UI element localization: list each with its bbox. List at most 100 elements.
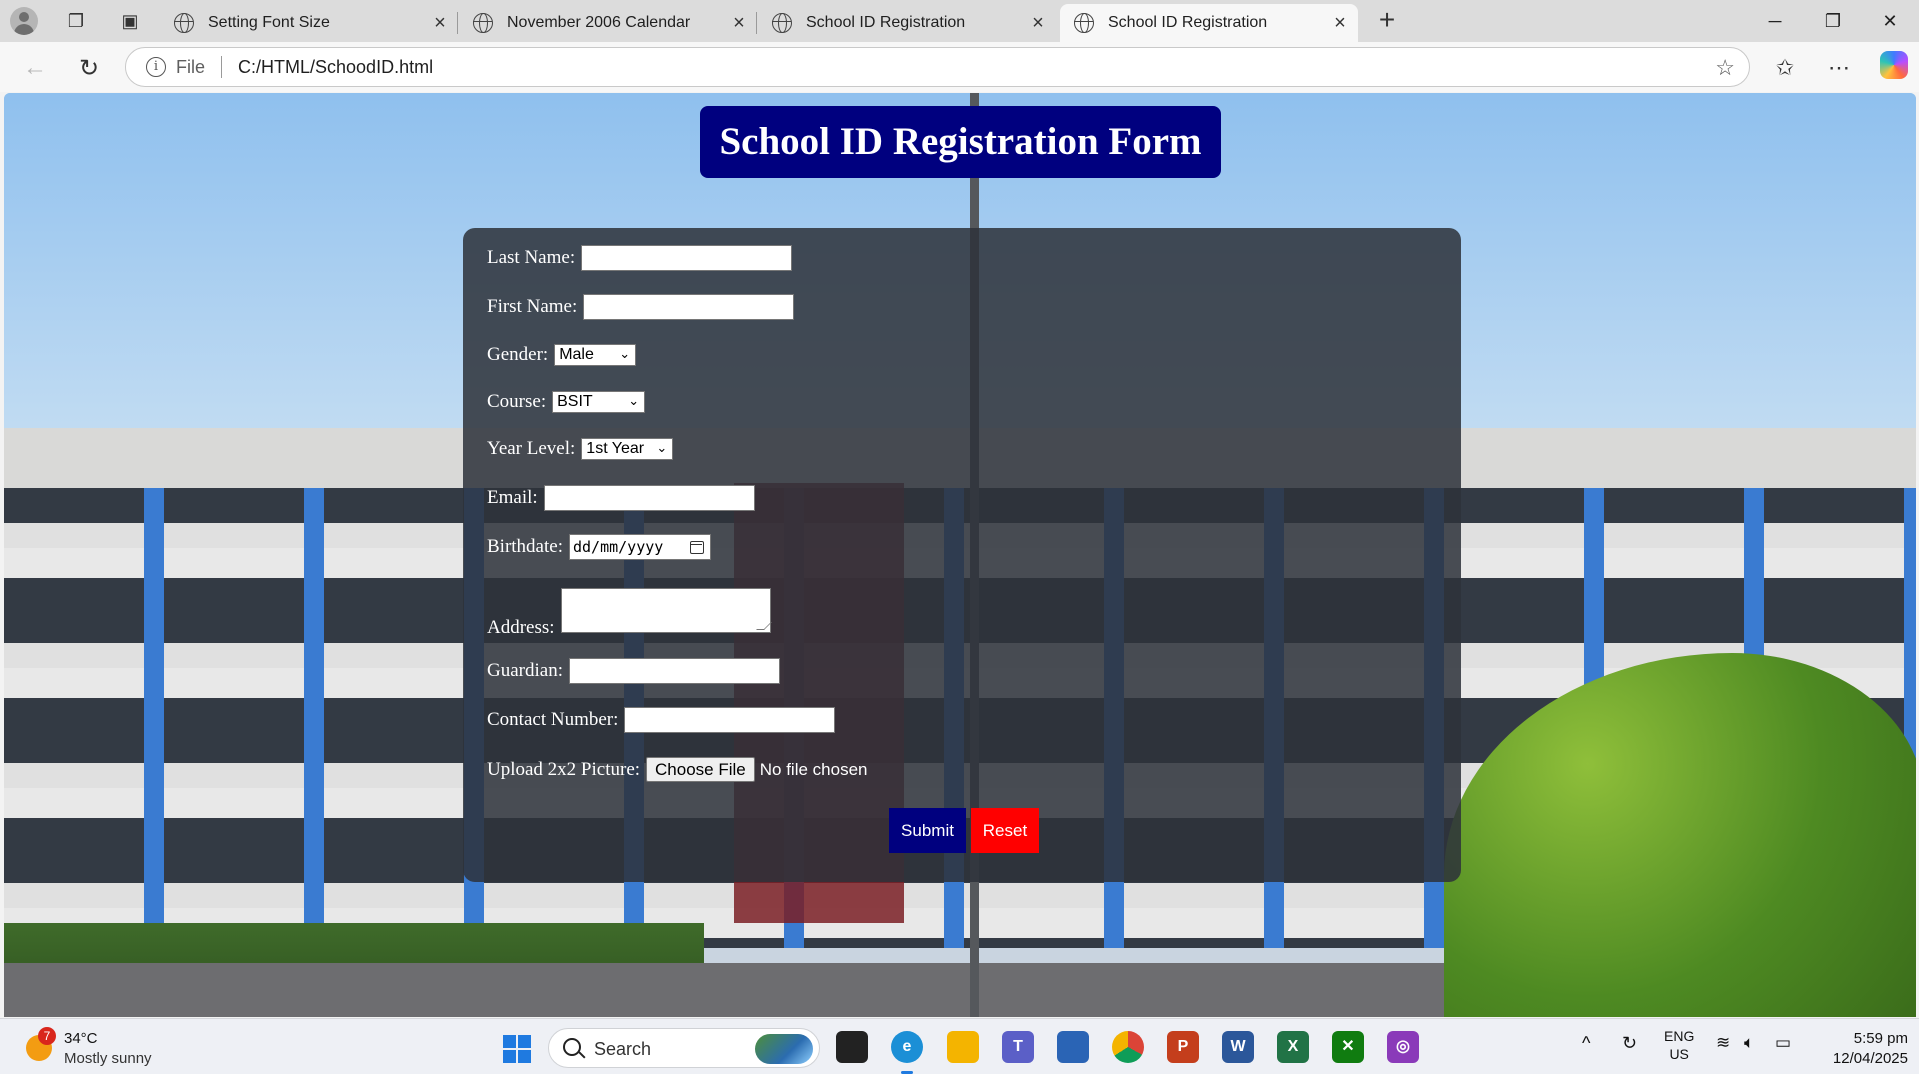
search-icon xyxy=(563,1038,581,1056)
first-name-label: First Name: xyxy=(487,296,578,317)
no-file-text: No file chosen xyxy=(759,759,868,779)
chrome-icon[interactable] xyxy=(1112,1031,1144,1063)
close-tab-icon[interactable]: × xyxy=(1328,12,1352,35)
chevron-up-icon[interactable]: ^ xyxy=(1582,1033,1590,1054)
taskbar-search[interactable]: Search xyxy=(548,1028,820,1068)
course-select[interactable]: BSIT ⌄ xyxy=(552,391,646,413)
chevron-down-icon: ⌄ xyxy=(656,440,668,455)
new-tab-button[interactable]: + xyxy=(1372,6,1402,36)
back-arrow-icon[interactable]: ← xyxy=(19,52,51,84)
language-indicator[interactable]: ENG US xyxy=(1664,1027,1694,1063)
page-viewport: School ID Registration Form Last Name: F… xyxy=(4,93,1916,1017)
url-text[interactable]: C:/HTML/SchoodID.html xyxy=(238,57,433,78)
upload-row: Upload 2x2 Picture: Choose File No file … xyxy=(487,757,867,782)
chevron-down-icon: ⌄ xyxy=(619,346,631,361)
contact-input[interactable] xyxy=(624,707,836,733)
globe-icon xyxy=(473,13,493,33)
battery-icon[interactable]: ▭ xyxy=(1775,1033,1791,1053)
birthdate-row: Birthdate: dd/mm/yyyy xyxy=(487,534,711,560)
copilot-icon[interactable] xyxy=(1880,51,1908,79)
tab-strip: ❐ ▣ Setting Font Size × November 2006 Ca… xyxy=(0,0,1919,42)
clock[interactable]: 5:59 pm 12/04/2025 xyxy=(1808,1029,1908,1069)
course-value: BSIT xyxy=(557,393,593,410)
refresh-icon[interactable]: ↻ xyxy=(73,52,105,84)
course-label: Course: xyxy=(487,391,547,412)
year-level-row: Year Level: 1st Year ⌄ xyxy=(487,438,674,460)
year-level-label: Year Level: xyxy=(487,438,576,459)
task-view-icon[interactable] xyxy=(836,1031,868,1063)
weather-temperature[interactable]: 34°C xyxy=(64,1030,98,1047)
tab-november-2006-calendar[interactable]: November 2006 Calendar × xyxy=(459,4,757,42)
close-tab-icon[interactable]: × xyxy=(727,12,751,35)
birthdate-placeholder: dd/mm/yyyy xyxy=(572,538,664,556)
workspaces-icon[interactable]: ❐ xyxy=(63,8,89,34)
tab-title: November 2006 Calendar xyxy=(507,14,691,31)
microsoft-store-icon[interactable] xyxy=(1057,1031,1089,1063)
favorite-star-icon[interactable]: ☆ xyxy=(1715,55,1735,81)
close-window-button[interactable]: ✕ xyxy=(1862,6,1918,36)
info-icon[interactable]: i xyxy=(146,57,166,77)
tab-title: School ID Registration xyxy=(1108,14,1268,31)
last-name-input[interactable] xyxy=(581,245,793,271)
email-row: Email: xyxy=(487,485,755,511)
contact-label: Contact Number: xyxy=(487,709,619,730)
reset-button[interactable]: Reset xyxy=(971,808,1039,853)
year-level-select[interactable]: 1st Year ⌄ xyxy=(581,438,674,460)
taskbar: 7 34°C Mostly sunny Search e T P W X ✕ ◎… xyxy=(0,1018,1919,1074)
tab-setting-font-size[interactable]: Setting Font Size × xyxy=(160,4,458,42)
tab-school-id-registration[interactable]: School ID Registration × xyxy=(758,4,1056,42)
globe-icon xyxy=(174,13,194,33)
close-tab-icon[interactable]: × xyxy=(1026,12,1050,35)
wifi-icon[interactable]: ≋ xyxy=(1716,1033,1730,1053)
close-tab-icon[interactable]: × xyxy=(428,12,452,35)
address-label: Address: xyxy=(487,617,555,638)
gender-row: Gender: Male ⌄ xyxy=(487,344,637,366)
more-menu-icon[interactable]: ⋯ xyxy=(1823,52,1855,84)
gender-label: Gender: xyxy=(487,344,549,365)
profile-avatar-icon[interactable] xyxy=(10,7,38,35)
clock-date: 12/04/2025 xyxy=(1832,1050,1908,1067)
guardian-input[interactable] xyxy=(568,658,780,684)
minimize-button[interactable]: ─ xyxy=(1747,6,1803,36)
file-explorer-icon[interactable] xyxy=(947,1031,979,1063)
address-textarea[interactable] xyxy=(560,588,771,633)
registration-form: Last Name: First Name: Gender: Male ⌄ Co… xyxy=(463,228,1461,882)
address-bar[interactable]: i File C:/HTML/SchoodID.html ☆ xyxy=(125,47,1750,87)
powerpoint-icon[interactable]: P xyxy=(1167,1031,1199,1063)
guardian-label: Guardian: xyxy=(487,660,563,681)
address-divider xyxy=(221,56,223,78)
region-code: US xyxy=(1669,1046,1689,1062)
gender-value: Male xyxy=(559,346,594,363)
contact-row: Contact Number: xyxy=(487,707,836,733)
scheme-label: File xyxy=(176,56,206,77)
submit-button[interactable]: Submit xyxy=(889,808,966,853)
choose-file-button[interactable]: Choose File xyxy=(646,757,755,782)
app-icon[interactable]: ◎ xyxy=(1387,1031,1419,1063)
weather-condition[interactable]: Mostly sunny xyxy=(64,1050,152,1067)
email-label: Email: xyxy=(487,487,538,508)
tab-school-id-registration-active[interactable]: School ID Registration × xyxy=(1060,4,1358,42)
upload-label: Upload 2x2 Picture: xyxy=(487,758,641,780)
search-highlight-icon xyxy=(755,1034,813,1064)
word-icon[interactable]: W xyxy=(1222,1031,1254,1063)
birthdate-input[interactable]: dd/mm/yyyy xyxy=(568,534,711,560)
favorites-icon[interactable]: ✩ xyxy=(1769,52,1801,84)
edge-icon[interactable]: e xyxy=(891,1031,923,1074)
weather-badge: 7 xyxy=(38,1027,56,1045)
sync-icon[interactable]: ↻ xyxy=(1622,1033,1637,1054)
calendar-icon[interactable] xyxy=(689,541,704,554)
first-name-input[interactable] xyxy=(583,294,795,320)
teams-icon[interactable]: T xyxy=(1002,1031,1034,1063)
page-title: School ID Registration Form xyxy=(700,106,1221,178)
restore-button[interactable]: ❐ xyxy=(1805,6,1861,36)
gender-select[interactable]: Male ⌄ xyxy=(554,344,637,366)
volume-icon[interactable]: 🔈︎ xyxy=(1744,1033,1754,1053)
language-code: ENG xyxy=(1664,1028,1695,1044)
globe-icon xyxy=(1074,13,1094,33)
vertical-tabs-icon[interactable]: ▣ xyxy=(117,8,143,34)
windows-start-icon[interactable] xyxy=(503,1035,531,1063)
email-input[interactable] xyxy=(543,485,755,511)
tab-title: Setting Font Size xyxy=(208,14,330,31)
excel-icon[interactable]: X xyxy=(1277,1031,1309,1063)
xbox-icon[interactable]: ✕ xyxy=(1332,1031,1364,1063)
